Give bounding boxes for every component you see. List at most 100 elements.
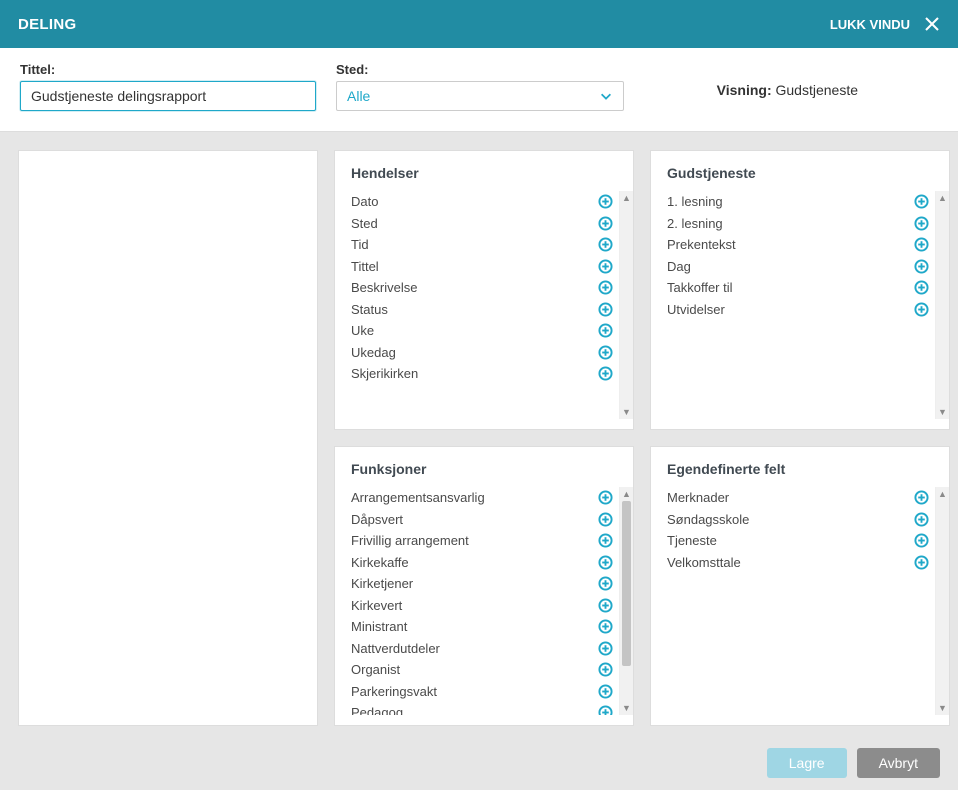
scrollbar[interactable]: ▲ ▼ [935, 487, 949, 715]
list-item[interactable]: Dag [667, 256, 935, 278]
add-icon [914, 259, 929, 274]
add-icon [598, 705, 613, 715]
add-icon [914, 302, 929, 317]
panel-selected-fields [18, 150, 318, 726]
list-funksjoner: Arrangementsansvarlig Dåpsvert Frivillig a… [351, 487, 619, 715]
list-item[interactable]: Velkomsttale [667, 552, 935, 574]
cancel-button[interactable]: Avbryt [857, 748, 940, 778]
list-item[interactable]: Tittel [351, 256, 619, 278]
list-item[interactable]: Arrangementsansvarlig [351, 487, 619, 509]
panel-title-funksjoner: Funksjoner [335, 447, 633, 487]
close-window-text[interactable]: LUKK VINDU [830, 17, 910, 32]
add-icon [598, 237, 613, 252]
item-label: Sted [351, 216, 378, 231]
add-icon [914, 280, 929, 295]
item-label: Organist [351, 662, 400, 677]
add-icon [598, 641, 613, 656]
scroll-up-icon[interactable]: ▲ [936, 191, 949, 205]
list-item[interactable]: Frivillig arrangement [351, 530, 619, 552]
title-input[interactable] [20, 81, 316, 111]
sted-select[interactable]: Alle [336, 81, 624, 111]
list-item[interactable]: Uke [351, 320, 619, 342]
add-icon [914, 555, 929, 570]
add-icon [598, 366, 613, 381]
list-item[interactable]: Merknader [667, 487, 935, 509]
scrollbar[interactable]: ▲ ▼ [619, 191, 633, 419]
scrollbar[interactable]: ▲ ▼ [619, 487, 633, 715]
list-item[interactable]: Organist [351, 659, 619, 681]
close-icon[interactable] [924, 16, 940, 32]
list-item[interactable]: Sted [351, 213, 619, 235]
list-item[interactable]: Kirkekaffe [351, 552, 619, 574]
list-item[interactable]: Pedagog [351, 702, 619, 715]
panel-hendelser: Hendelser Dato Sted Tid Tittel Beskrivelse St… [334, 150, 634, 430]
add-icon [598, 345, 613, 360]
item-label: Merknader [667, 490, 729, 505]
save-button[interactable]: Lagre [767, 748, 847, 778]
item-label: Nattverdutdeler [351, 641, 440, 656]
scroll-up-icon[interactable]: ▲ [620, 191, 633, 205]
item-label: Tid [351, 237, 369, 252]
list-egendefinerte: Merknader Søndagsskole Tjeneste Velkomsttal… [667, 487, 935, 715]
add-icon [914, 194, 929, 209]
list-item[interactable]: Ukedag [351, 342, 619, 364]
list-item[interactable]: Beskrivelse [351, 277, 619, 299]
list-item[interactable]: Takkoffer til [667, 277, 935, 299]
add-icon [598, 619, 613, 634]
add-icon [598, 684, 613, 699]
add-icon [598, 216, 613, 231]
item-label: Beskrivelse [351, 280, 417, 295]
add-icon [598, 555, 613, 570]
scroll-down-icon[interactable]: ▼ [936, 701, 949, 715]
list-item[interactable]: Dåpsvert [351, 509, 619, 531]
list-item[interactable]: Prekentekst [667, 234, 935, 256]
panel-egendefinerte: Egendefinerte felt MerknaderSøndagsskole… [650, 446, 950, 726]
list-item[interactable]: Tid [351, 234, 619, 256]
list-item[interactable]: Kirkevert [351, 595, 619, 617]
scroll-down-icon[interactable]: ▼ [936, 405, 949, 419]
add-icon [598, 323, 613, 338]
item-label: 1. lesning [667, 194, 723, 209]
list-item[interactable]: Utvidelser [667, 299, 935, 321]
item-label: Parkeringsvakt [351, 684, 437, 699]
scroll-down-icon[interactable]: ▼ [620, 701, 633, 715]
add-icon [598, 259, 613, 274]
list-item[interactable]: Dato [351, 191, 619, 213]
list-item[interactable]: Skjerikirken [351, 363, 619, 385]
item-label: Dato [351, 194, 378, 209]
scrollbar[interactable]: ▲ ▼ [935, 191, 949, 419]
list-item[interactable]: Søndagsskole [667, 509, 935, 531]
list-item[interactable]: Tjeneste [667, 530, 935, 552]
list-item[interactable]: 1. lesning [667, 191, 935, 213]
scroll-up-icon[interactable]: ▲ [936, 487, 949, 501]
list-hendelser: Dato Sted Tid Tittel Beskrivelse StatusUkeUke… [351, 191, 619, 419]
sted-group: Sted: Alle [336, 62, 624, 111]
item-label: Pedagog [351, 705, 403, 715]
list-item[interactable]: Parkeringsvakt [351, 681, 619, 703]
item-label: Søndagsskole [667, 512, 749, 527]
scroll-down-icon[interactable]: ▼ [620, 405, 633, 419]
scroll-up-icon[interactable]: ▲ [620, 487, 633, 501]
item-label: Tittel [351, 259, 379, 274]
item-label: Dåpsvert [351, 512, 403, 527]
item-label: Arrangementsansvarlig [351, 490, 485, 505]
panel-grid: Hendelser Dato Sted Tid Tittel Beskrivelse St… [0, 132, 958, 744]
list-item[interactable]: Status [351, 299, 619, 321]
panel-gudstjeneste: Gudstjeneste 1. lesning 2. lesningPrekent… [650, 150, 950, 430]
list-item[interactable]: Kirketjener [351, 573, 619, 595]
add-icon [598, 576, 613, 591]
panel-title-gudstjeneste: Gudstjeneste [651, 151, 949, 191]
chevron-down-icon [599, 89, 613, 103]
item-label: Tjeneste [667, 533, 717, 548]
dialog-header: DELING LUKK VINDU [0, 0, 958, 48]
scroll-thumb[interactable] [622, 501, 631, 666]
item-label: Ministrant [351, 619, 407, 634]
list-item[interactable]: Nattverdutdeler [351, 638, 619, 660]
item-label: Utvidelser [667, 302, 725, 317]
footer: Lagre Avbryt [0, 736, 958, 790]
list-item[interactable]: 2. lesning [667, 213, 935, 235]
panel-title-hendelser: Hendelser [335, 151, 633, 191]
item-label: Kirketjener [351, 576, 413, 591]
list-item[interactable]: Ministrant [351, 616, 619, 638]
add-icon [914, 490, 929, 505]
